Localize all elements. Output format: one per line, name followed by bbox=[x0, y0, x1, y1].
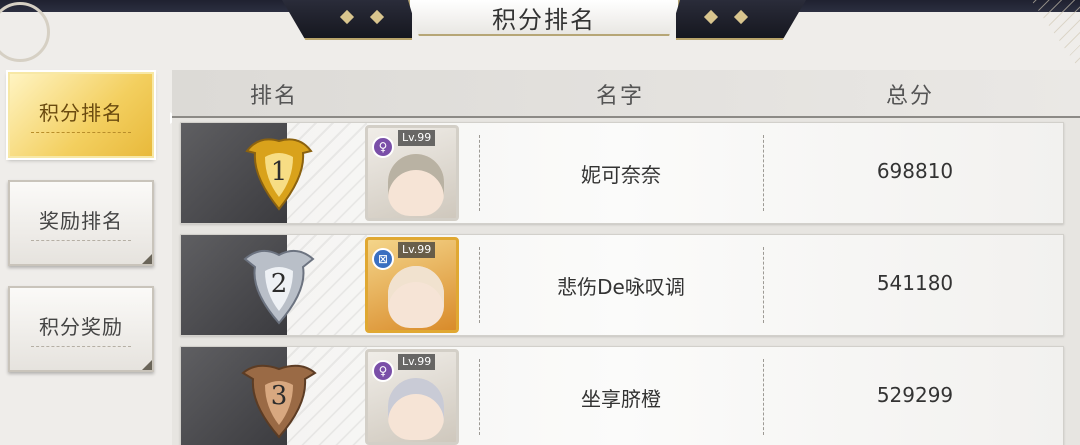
avatar[interactable]: Lv.99 ⊠ bbox=[365, 237, 459, 333]
character-portrait bbox=[388, 378, 444, 440]
player-name: 悲伤De咏叹调 bbox=[557, 275, 685, 299]
table-row[interactable]: 2 Lv.99 ⊠ 悲伤De咏叹调 541180 bbox=[180, 234, 1064, 336]
diamond-icon bbox=[369, 9, 385, 25]
character-portrait bbox=[388, 266, 444, 328]
divider bbox=[763, 359, 764, 435]
tab-points-reward[interactable]: 积分奖励 bbox=[8, 286, 154, 372]
table-row[interactable]: 1 Lv.99 ♀ 妮可奈奈 698810 bbox=[180, 122, 1064, 224]
player-score: 541180 bbox=[876, 271, 954, 295]
rank-number: 1 bbox=[270, 157, 288, 187]
title-wing-right bbox=[676, 0, 806, 40]
level-tag: Lv.99 bbox=[398, 130, 436, 146]
title-plate: 积分排名 bbox=[408, 0, 680, 36]
header-rank: 排名 bbox=[250, 84, 299, 109]
player-name: 坐享脐橙 bbox=[581, 387, 661, 411]
player-name: 妮可奈奈 bbox=[581, 163, 661, 187]
diamond-icon bbox=[703, 9, 719, 25]
avatar[interactable]: Lv.99 ♀ bbox=[365, 125, 459, 221]
tab-label: 积分排名 bbox=[31, 97, 131, 133]
header-name: 名字 bbox=[596, 84, 645, 109]
rank-number: 2 bbox=[270, 269, 288, 299]
bronze-medal-icon: 3 bbox=[239, 357, 319, 439]
divider bbox=[763, 247, 764, 323]
character-portrait bbox=[388, 154, 444, 216]
silver-medal-icon: 2 bbox=[239, 245, 319, 327]
title-wing-left bbox=[282, 0, 412, 40]
venus-icon: ♀ bbox=[372, 360, 394, 382]
diamond-icon bbox=[733, 9, 749, 25]
tab-reward-ranking[interactable]: 奖励排名 bbox=[8, 180, 154, 266]
crossed-box-icon: ⊠ bbox=[372, 248, 394, 270]
tab-points-ranking[interactable]: 积分排名 bbox=[8, 72, 154, 158]
tab-label: 奖励排名 bbox=[31, 205, 131, 241]
gold-medal-icon: 1 bbox=[239, 133, 319, 215]
divider bbox=[763, 135, 764, 211]
level-tag: Lv.99 bbox=[398, 242, 436, 258]
venus-icon: ♀ bbox=[372, 136, 394, 158]
table-row[interactable]: 3 Lv.99 ♀ 坐享脐橙 529299 bbox=[180, 346, 1064, 445]
avatar[interactable]: Lv.99 ♀ bbox=[365, 349, 459, 445]
player-score: 529299 bbox=[876, 383, 954, 407]
table-header: 排名 名字 总分 bbox=[172, 70, 1080, 118]
tab-label: 积分奖励 bbox=[31, 311, 131, 347]
header-score: 总分 bbox=[886, 84, 935, 109]
player-score: 698810 bbox=[876, 159, 954, 183]
rank-number: 3 bbox=[270, 381, 288, 411]
diamond-icon bbox=[339, 9, 355, 25]
level-tag: Lv.99 bbox=[398, 354, 436, 370]
page-title: 积分排名 bbox=[492, 5, 596, 34]
